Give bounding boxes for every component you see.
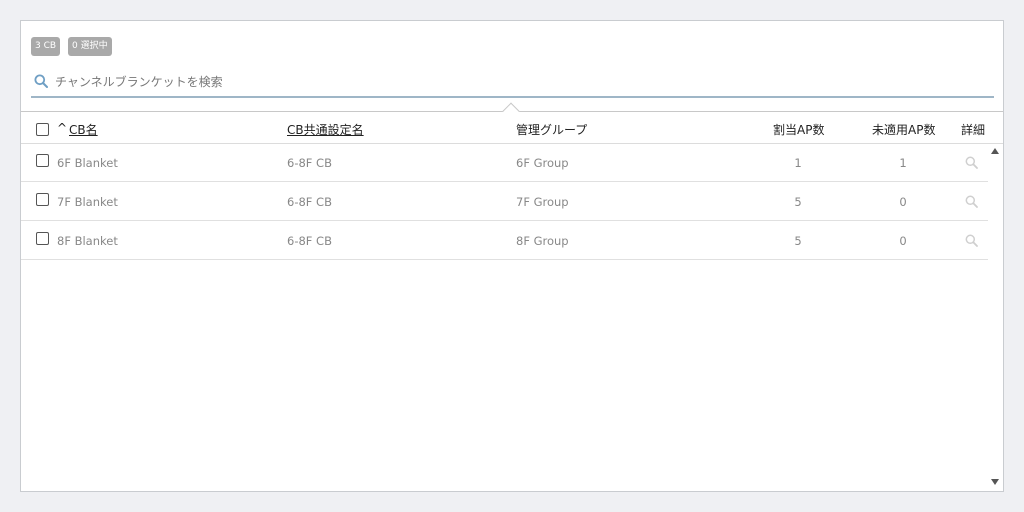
selected-count-badge: 0 選択中 — [68, 37, 112, 56]
header-group: 管理グループ — [516, 123, 588, 137]
row-checkbox[interactable] — [36, 232, 49, 245]
unapplied-ap-cell: 1 — [899, 156, 907, 170]
cb-list-panel: 3 CB 0 選択中 ^ CB名 CB共通設定名 管理グループ 割当AP数 未適… — [20, 20, 1004, 492]
unapplied-ap-cell: 0 — [899, 195, 907, 209]
badge-group: 3 CB 0 選択中 — [31, 37, 112, 56]
cb-name-cell: 7F Blanket — [57, 195, 118, 209]
magnifier-icon[interactable] — [965, 234, 978, 247]
cb-name-cell: 8F Blanket — [57, 234, 118, 248]
header-detail: 詳細 — [961, 123, 986, 137]
group-cell: 7F Group — [516, 195, 569, 209]
magnifier-icon[interactable] — [965, 156, 978, 169]
table-row[interactable]: 6F Blanket 6-8F CB 6F Group 1 1 — [21, 143, 988, 182]
table-row[interactable]: 8F Blanket 6-8F CB 8F Group 5 0 — [21, 221, 988, 260]
table-row[interactable]: 7F Blanket 6-8F CB 7F Group 5 0 — [21, 182, 988, 221]
search-bar — [31, 71, 994, 98]
search-input[interactable] — [55, 71, 975, 93]
header-assigned-ap: 割当AP数 — [773, 123, 825, 137]
assigned-ap-cell: 1 — [794, 156, 802, 170]
group-cell: 6F Group — [516, 156, 569, 170]
row-checkbox[interactable] — [36, 154, 49, 167]
magnifier-icon[interactable] — [965, 195, 978, 208]
common-setting-cell: 6-8F CB — [287, 234, 332, 248]
sort-asc-indicator: ^ — [57, 121, 68, 135]
group-cell: 8F Group — [516, 234, 569, 248]
assigned-ap-cell: 5 — [794, 195, 802, 209]
search-icon — [34, 74, 48, 88]
scroll-down-arrow[interactable] — [991, 479, 999, 485]
header-notch — [502, 102, 520, 120]
common-setting-cell: 6-8F CB — [287, 195, 332, 209]
assigned-ap-cell: 5 — [794, 234, 802, 248]
table-header: ^ CB名 CB共通設定名 管理グループ 割当AP数 未適用AP数 詳細 — [21, 102, 1003, 144]
cb-name-cell: 6F Blanket — [57, 156, 118, 170]
row-checkbox[interactable] — [36, 193, 49, 206]
header-common-setting[interactable]: CB共通設定名 — [287, 121, 364, 138]
header-unapplied-ap: 未適用AP数 — [872, 123, 936, 137]
common-setting-cell: 6-8F CB — [287, 156, 332, 170]
header-cb-name[interactable]: CB名 — [69, 121, 98, 138]
scroll-up-arrow[interactable] — [991, 148, 999, 154]
cb-count-badge: 3 CB — [31, 37, 61, 56]
unapplied-ap-cell: 0 — [899, 234, 907, 248]
select-all-checkbox[interactable] — [36, 123, 49, 136]
